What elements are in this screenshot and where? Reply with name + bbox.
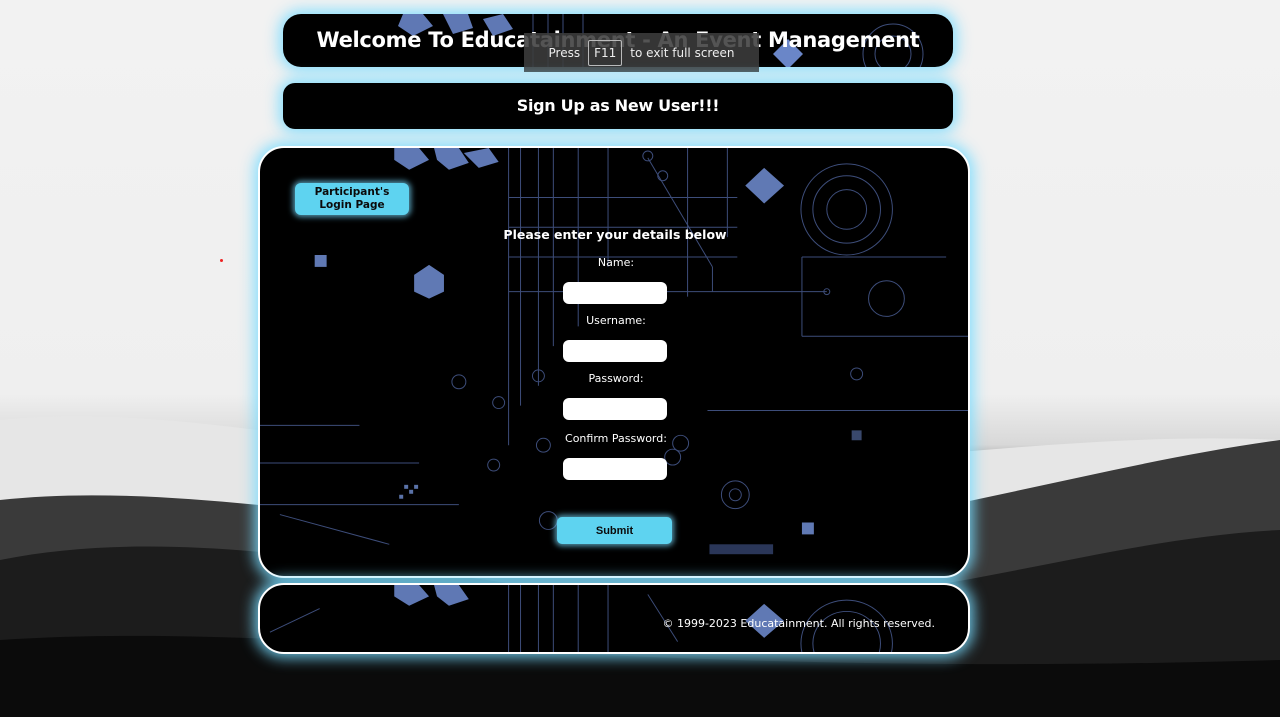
fullscreen-notice: Press F11 to exit full screen: [524, 33, 759, 72]
signup-banner: Sign Up as New User!!!: [283, 83, 953, 129]
name-input[interactable]: [563, 282, 667, 304]
password-input[interactable]: [563, 398, 667, 420]
form-title: Please enter your details below: [503, 227, 727, 242]
f11-key: F11: [588, 39, 623, 66]
confirm-password-label: Confirm Password:: [565, 432, 667, 445]
username-input[interactable]: [563, 340, 667, 362]
copyright-text: © 1999-2023 Educatainment. All rights re…: [662, 617, 935, 630]
confirm-password-input[interactable]: [563, 458, 667, 480]
submit-button[interactable]: Submit: [557, 517, 672, 544]
signup-heading: Sign Up as New User!!!: [516, 96, 720, 115]
fullscreen-notice-press: Press: [548, 45, 581, 60]
password-label: Password:: [588, 372, 644, 385]
footer: © 1999-2023 Educatainment. All rights re…: [258, 583, 970, 654]
fullscreen-notice-suffix: to exit full screen: [630, 45, 735, 60]
signup-form: Please enter your details below Name: Us…: [260, 148, 968, 576]
name-label: Name:: [597, 256, 635, 269]
username-label: Username:: [586, 314, 646, 327]
red-dot-marker: [220, 259, 223, 262]
signup-panel: Participant's Login Page Please enter yo…: [258, 146, 970, 578]
